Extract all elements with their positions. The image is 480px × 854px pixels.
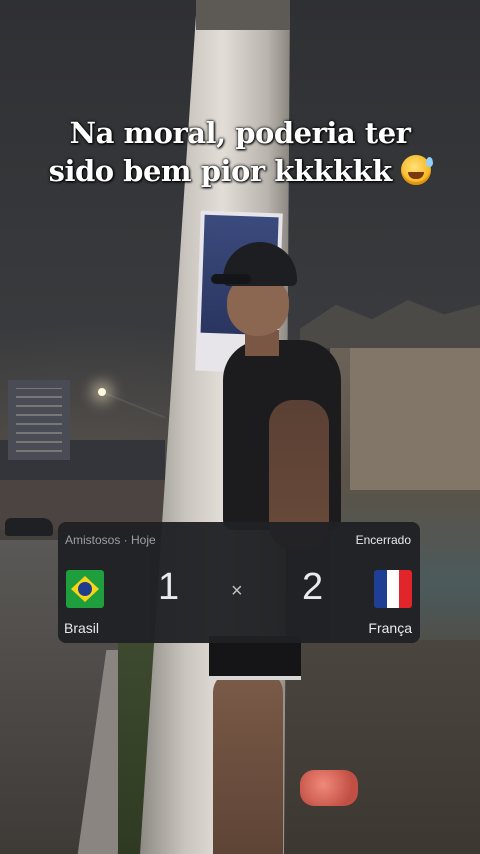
caption-line-2: sido bem pior kkkkkk bbox=[0, 152, 480, 190]
away-team-name: França bbox=[368, 620, 412, 636]
brazil-flag-globe bbox=[78, 582, 92, 596]
france-flag-blue bbox=[374, 570, 387, 608]
person-leg bbox=[213, 672, 283, 854]
utility-pole-top bbox=[196, 0, 290, 30]
caption-line-1: Na moral, poderia ter bbox=[69, 116, 411, 150]
apartment-tower bbox=[8, 380, 70, 460]
france-flag-red bbox=[399, 570, 412, 608]
person-cap-brim bbox=[211, 274, 251, 284]
parked-car bbox=[5, 518, 53, 536]
home-team-name: Brasil bbox=[64, 620, 100, 636]
match-score-card[interactable]: Amistosos · Hoje Encerrado 1 × 2 Brasil … bbox=[58, 522, 420, 643]
streetlight bbox=[98, 388, 106, 396]
home-score: 1 bbox=[158, 566, 180, 608]
brazil-flag-icon bbox=[66, 570, 104, 608]
house-wall-panel bbox=[350, 340, 480, 490]
caption-line-2-text: sido bem pior kkkkkk bbox=[48, 154, 393, 188]
match-status: Encerrado bbox=[355, 533, 411, 547]
france-flag-white bbox=[386, 570, 400, 608]
video-caption: Na moral, poderia ter sido bem pior kkkk… bbox=[0, 114, 480, 190]
competition-label: Amistosos · Hoje bbox=[65, 533, 156, 547]
score-separator: × bbox=[231, 580, 243, 602]
france-flag-icon bbox=[374, 570, 412, 608]
grinning-face-with-sweat-icon bbox=[401, 155, 434, 185]
video-frame: Na moral, poderia ter sido bem pior kkkk… bbox=[0, 0, 480, 854]
away-score: 2 bbox=[302, 566, 324, 608]
